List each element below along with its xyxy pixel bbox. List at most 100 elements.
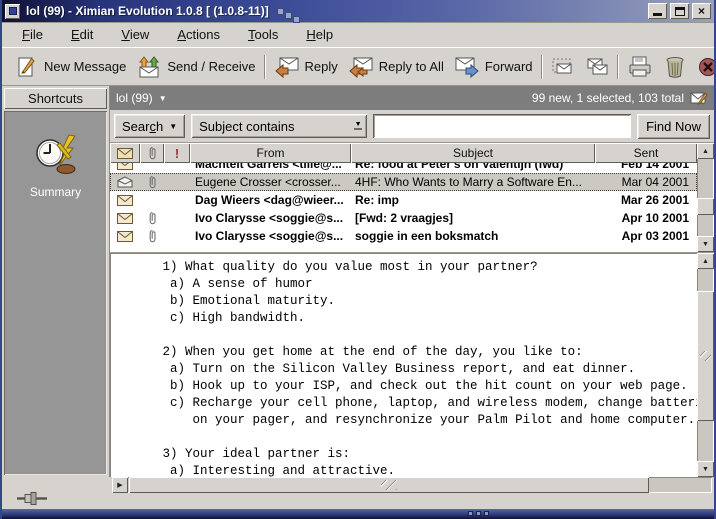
chevron-down-icon: ▼ bbox=[169, 122, 177, 131]
reply-all-icon bbox=[348, 56, 374, 78]
paperclip-icon bbox=[140, 211, 164, 225]
table-row[interactable]: Ivo Clarysse <soggie@s... [Fwd: 2 vraagj… bbox=[110, 209, 697, 227]
menu-help[interactable]: Help bbox=[292, 24, 347, 45]
scroll-down-icon[interactable]: ▼ bbox=[697, 461, 714, 477]
close-icon: × bbox=[698, 4, 705, 18]
row-subject: soggie in een boksmatch bbox=[351, 229, 595, 243]
row-sent: Feb 14 2001 bbox=[595, 163, 697, 171]
shortcuts-button[interactable]: Shortcuts bbox=[4, 88, 107, 109]
cancel-button[interactable] bbox=[692, 53, 716, 81]
forward-icon bbox=[454, 56, 480, 78]
minimize-icon bbox=[653, 7, 662, 16]
message-line: 2) When you get home at the end of the d… bbox=[110, 344, 697, 361]
paperclip-icon bbox=[140, 229, 164, 243]
scrollbar-thumb[interactable] bbox=[129, 477, 649, 493]
preview-hscrollbar[interactable]: ◀ ▶ bbox=[112, 477, 712, 493]
close-button[interactable]: × bbox=[692, 3, 711, 19]
send-receive-icon bbox=[136, 55, 162, 79]
reply-label: Reply bbox=[305, 59, 338, 74]
scroll-right-icon[interactable]: ▶ bbox=[112, 477, 128, 493]
row-from: Ivo Clarysse <soggie@s... bbox=[190, 211, 351, 225]
importance-column-header[interactable]: ! bbox=[164, 143, 190, 163]
row-from: Ivo Clarysse <soggie@s... bbox=[190, 229, 351, 243]
trash-icon bbox=[663, 55, 687, 79]
folder-selector[interactable]: lol (99) ▼ bbox=[116, 91, 167, 105]
find-now-button[interactable]: Find Now bbox=[637, 114, 710, 139]
print-button[interactable] bbox=[622, 52, 658, 82]
main-area: Shortcuts Summary bbox=[2, 86, 714, 477]
sent-column-header[interactable]: Sent bbox=[595, 143, 697, 163]
scroll-up-icon[interactable]: ▲ bbox=[697, 143, 714, 159]
sidebar-item-summary[interactable]: Summary bbox=[30, 133, 81, 199]
subject-column-header[interactable]: Subject bbox=[351, 143, 595, 163]
clipped-row-viewport: Machtelt Garrels <tille@... Re: food at … bbox=[110, 163, 697, 173]
table-row[interactable]: Machtelt Garrels <tille@... Re: food at … bbox=[110, 163, 697, 173]
dropdown-arrow-icon: ▼ bbox=[349, 122, 367, 130]
forward-button[interactable]: Forward bbox=[449, 53, 538, 81]
window-menu-button[interactable] bbox=[5, 4, 20, 19]
scroll-up-icon[interactable]: ▲ bbox=[697, 253, 714, 269]
search-bar: Search ▼ Subject contains ▼ Find Now bbox=[110, 110, 714, 143]
delete-button[interactable] bbox=[658, 52, 692, 82]
open-envelope-icon bbox=[110, 176, 140, 188]
menu-actions[interactable]: Actions bbox=[163, 24, 234, 45]
from-column-header[interactable]: From bbox=[190, 143, 351, 163]
message-line: a) Interesting and attractive. bbox=[110, 463, 697, 477]
message-line: 1) What quality do you value most in you… bbox=[110, 259, 697, 276]
toolbar-separator bbox=[541, 55, 543, 79]
new-message-button[interactable]: New Message bbox=[10, 52, 131, 82]
reply-button[interactable]: Reply bbox=[269, 53, 343, 81]
message-list-scrollbar[interactable]: ▲ ▼ bbox=[697, 143, 714, 252]
search-menu-button[interactable]: Search ▼ bbox=[114, 114, 185, 138]
paperclip-icon bbox=[148, 146, 157, 160]
reply-to-all-button[interactable]: Reply to All bbox=[343, 53, 449, 81]
preview-pane: 1) What quality do you value most in you… bbox=[110, 253, 714, 477]
closed-envelope-icon bbox=[110, 163, 140, 170]
message-line: 3) Your ideal partner is: bbox=[110, 446, 697, 463]
reply-to-all-label: Reply to All bbox=[379, 59, 444, 74]
shortcut-panel: Summary bbox=[4, 111, 107, 475]
search-input[interactable] bbox=[373, 114, 631, 138]
menu-view[interactable]: View bbox=[107, 24, 163, 45]
chevron-down-icon: ▼ bbox=[159, 94, 167, 103]
titlebar-decoration bbox=[277, 8, 298, 15]
forward-label: Forward bbox=[485, 59, 533, 74]
online-status-plug-icon[interactable] bbox=[16, 491, 52, 506]
table-row[interactable]: Dag Wieers <dag@wieer... Re: imp Mar 26 … bbox=[110, 191, 697, 209]
row-sent: Apr 03 2001 bbox=[595, 229, 697, 243]
message-line: c) High bandwidth. bbox=[110, 310, 697, 327]
menu-file[interactable]: File bbox=[8, 24, 57, 45]
menu-tools[interactable]: Tools bbox=[234, 24, 292, 45]
scroll-down-icon[interactable]: ▼ bbox=[697, 236, 714, 252]
preview-scrollbar[interactable]: ▲ ▼ bbox=[697, 253, 714, 477]
search-menu-label: Search bbox=[122, 119, 163, 134]
maximize-button[interactable] bbox=[670, 3, 689, 19]
status-bar: ◀ ▶ bbox=[2, 477, 714, 509]
resize-notch bbox=[476, 511, 481, 516]
move-message-icon bbox=[551, 56, 575, 78]
table-row[interactable]: Eugene Crosser <crosser... 4HF: Who Want… bbox=[110, 173, 697, 191]
copy-message-button[interactable] bbox=[580, 53, 614, 81]
move-message-button[interactable] bbox=[546, 53, 580, 81]
message-line: a) A sense of humor bbox=[110, 276, 697, 293]
cancel-icon bbox=[697, 56, 716, 78]
row-sent: Mar 04 2001 bbox=[595, 175, 697, 189]
message-line: a) Turn on the Silicon Valley Business r… bbox=[110, 361, 697, 378]
status-column-header[interactable] bbox=[110, 143, 140, 163]
scrollbar-thumb[interactable] bbox=[697, 198, 714, 215]
send-receive-label: Send / Receive bbox=[167, 59, 255, 74]
titlebar[interactable]: lol (99) - Ximian Evolution 1.0.8 [ (1.0… bbox=[2, 0, 714, 22]
minimize-button[interactable] bbox=[648, 3, 667, 19]
table-row[interactable]: Ivo Clarysse <soggie@s... soggie in een … bbox=[110, 227, 697, 245]
shortcut-bar: Shortcuts Summary bbox=[2, 86, 110, 477]
scrollbar-thumb[interactable] bbox=[697, 291, 714, 421]
toolbar: New Message Send / Receive Reply bbox=[2, 48, 714, 86]
message-line: c) Recharge your cell phone, laptop, and… bbox=[110, 395, 697, 412]
menu-edit[interactable]: Edit bbox=[57, 24, 107, 45]
envelope-pencil-icon bbox=[690, 91, 708, 105]
attachment-column-header[interactable] bbox=[140, 143, 164, 163]
message-list: ! From Subject Sent bbox=[110, 143, 714, 253]
print-icon bbox=[627, 55, 653, 79]
search-criteria-select[interactable]: Subject contains ▼ bbox=[191, 114, 367, 138]
send-receive-button[interactable]: Send / Receive bbox=[131, 52, 260, 82]
